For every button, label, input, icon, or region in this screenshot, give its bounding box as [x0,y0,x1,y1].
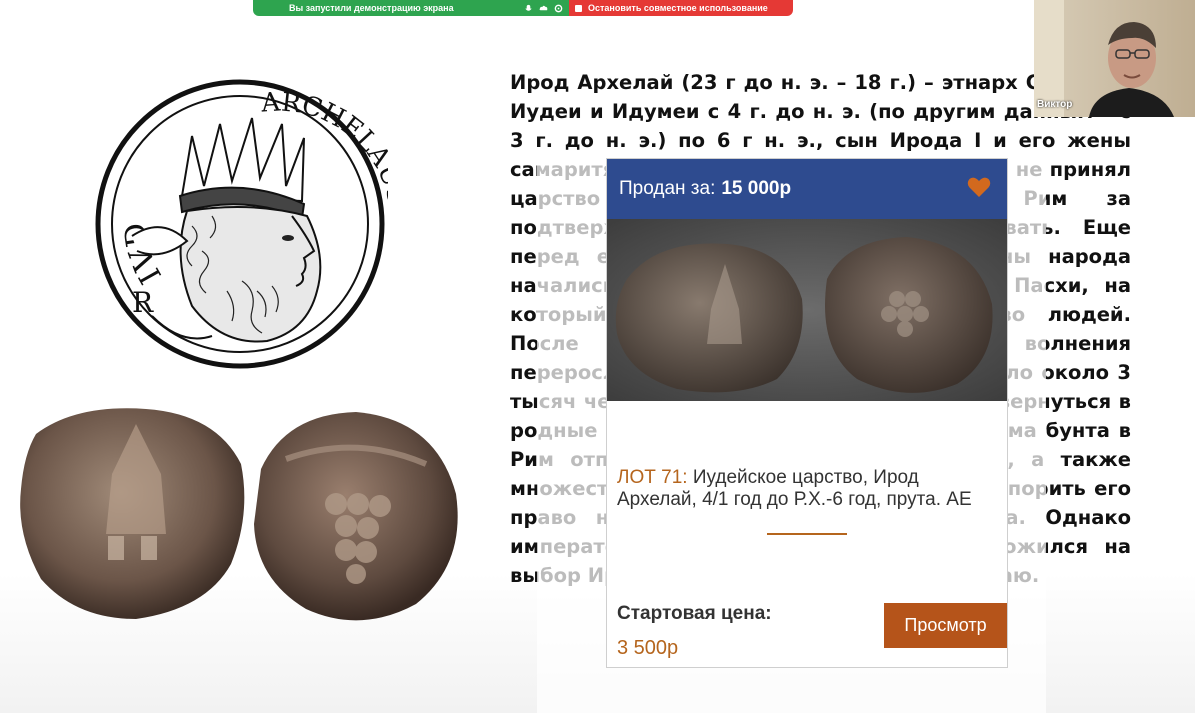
cloud-icon[interactable] [539,4,548,13]
heart-icon[interactable] [967,176,991,198]
sold-price: 15 000р [721,178,792,199]
start-price-value: 3 500р [617,637,679,659]
lot-divider [767,533,847,535]
engraving-legend-r: R [132,286,154,319]
sold-label: Продан за: [619,178,716,199]
lot-number: ЛОТ 71: [617,467,688,488]
herod-archelaus-coins-image [20,408,458,621]
view-lot-button[interactable]: Просмотр [884,603,1007,648]
lot-footer: Стартовая цена: 3 500р Просмотр [617,601,1007,667]
share-status: Вы запустили демонстрацию экрана [253,0,569,16]
lot-coin-photo[interactable] [607,219,1007,401]
participant-video-tile[interactable]: Виктор [1034,0,1195,117]
slide-text-lead: Ирод Архелай [510,71,674,94]
microphone-icon[interactable] [524,4,533,13]
lot-title[interactable]: ЛОТ 71: Иудейское царство, Ирод Архелай,… [617,467,997,511]
settings-icon[interactable] [554,4,563,13]
stop-sharing-button[interactable]: Остановить совместное использование [569,0,793,16]
lot-header: Продан за: 15 000р [607,159,1007,219]
stop-sharing-label: Остановить совместное использование [588,3,768,13]
screen-share-bar: Вы запустили демонстрацию экрана Останов… [253,0,793,16]
share-status-text: Вы запустили демонстрацию экрана [289,3,454,13]
archelaus-engraving-image: IVD ARCHELAUS R [95,79,388,369]
participant-name: Виктор [1037,99,1073,110]
start-price-label: Стартовая цена: [617,603,772,624]
stop-icon [575,4,582,12]
auction-lot-card[interactable]: Продан за: 15 000р ЛОТ 71: Иудейское цар… [606,158,1008,668]
